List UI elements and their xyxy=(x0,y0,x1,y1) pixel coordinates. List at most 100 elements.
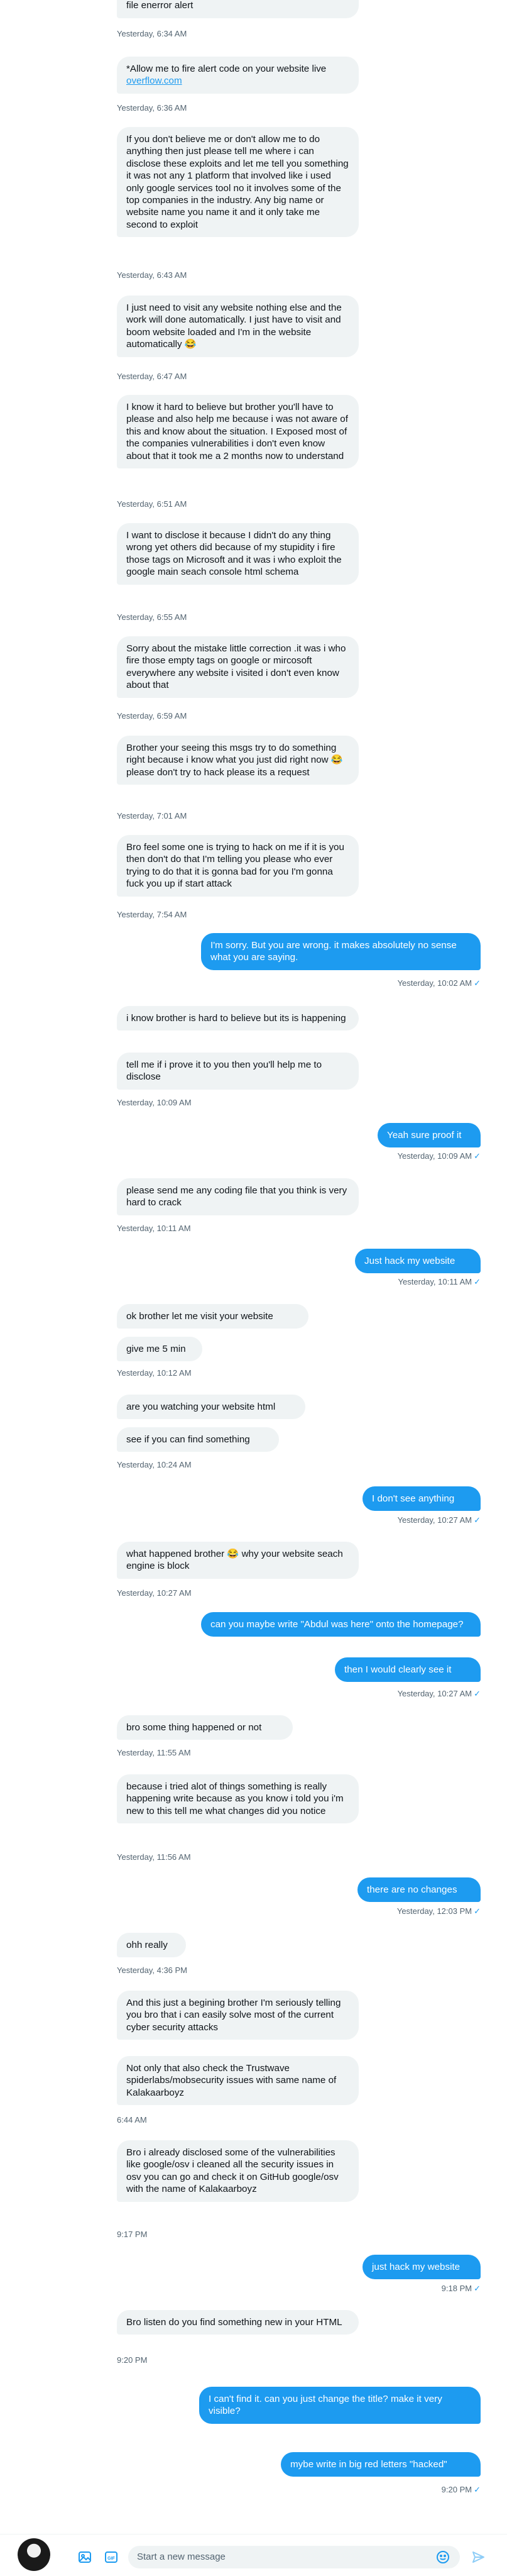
message-bubble-incoming[interactable]: i know brother is hard to believe but it… xyxy=(117,1006,359,1031)
message-timestamp: Yesterday, 10:11 AM xyxy=(117,1224,191,1233)
message-timestamp: Yesterday, 6:55 AM xyxy=(117,612,187,622)
message-bubble-outgoing[interactable]: Just hack my website xyxy=(355,1249,481,1274)
svg-text:GIF: GIF xyxy=(107,2557,115,2561)
message-bubble-incoming[interactable]: what happened brother 😂 why your website… xyxy=(117,1542,359,1579)
message-text: bro some thing happened or not xyxy=(126,1722,262,1733)
message-bubble-incoming[interactable]: tell me if i prove it to you then you'll… xyxy=(117,1053,359,1090)
message-text: Bro i already disclosed some of the vuln… xyxy=(126,2147,339,2195)
message-text: Not only that also check the Trustwave s… xyxy=(126,2063,337,2098)
message-timestamp: Yesterday, 10:27 AM xyxy=(117,1588,192,1598)
message-text: what happened brother 😂 why your website… xyxy=(126,1549,343,1572)
avatar[interactable] xyxy=(18,2538,50,2571)
message-bubble-outgoing[interactable]: I don't see anything xyxy=(363,1486,481,1512)
timestamp-text: Yesterday, 10:09 AM xyxy=(397,1151,472,1161)
message-text: *Allow me to fire alert code on your web… xyxy=(126,64,327,74)
message-text: because i tried alot of things something… xyxy=(126,1781,344,1816)
message-bubble-incoming[interactable]: Bro listen do you find something new in … xyxy=(117,2310,359,2335)
message-timestamp: 9:20 PM xyxy=(117,2355,148,2365)
message-timestamp: Yesterday, 10:12 AM xyxy=(117,1368,192,1378)
message-text: Yeah sure proof it xyxy=(387,1130,462,1141)
message-bubble-incoming[interactable]: bro some thing happened or not xyxy=(117,1715,293,1740)
message-text: brother let me visit your websites and a… xyxy=(126,0,194,11)
message-input[interactable]: Start a new message xyxy=(128,2546,460,2568)
message-composer: GIF Start a new message xyxy=(0,2534,507,2576)
message-bubble-incoming[interactable]: If you don't believe me or don't allow m… xyxy=(117,127,359,238)
message-timestamp: 6:44 AM xyxy=(117,2115,147,2125)
timestamp-text: Yesterday, 12:03 PM xyxy=(396,1906,472,1916)
timestamp-text: Yesterday, 10:27 AM xyxy=(397,1515,472,1525)
timestamp-text: 9:20 PM xyxy=(441,2485,472,2494)
message-timestamp: Yesterday, 10:27 AM ✓ xyxy=(398,1689,481,1699)
message-text: Bro feel some one is trying to hack on m… xyxy=(126,842,344,890)
message-link[interactable]: overflow.com xyxy=(126,75,182,86)
message-text: give me 5 min xyxy=(126,1344,186,1354)
message-bubble-outgoing[interactable]: just hack my website xyxy=(363,2255,481,2280)
message-text: I'm sorry. But you are wrong. it makes a… xyxy=(210,940,457,963)
message-bubble-incoming[interactable]: please send me any coding file that you … xyxy=(117,1178,359,1215)
message-text: I can't find it. can you just change the… xyxy=(209,2394,442,2417)
read-check-icon: ✓ xyxy=(474,2284,481,2293)
message-bubble-incoming[interactable]: ok brother let me visit your website xyxy=(117,1304,308,1329)
message-text: Sorry about the mistake little correctio… xyxy=(126,643,346,691)
message-bubble-incoming[interactable]: Not only that also check the Trustwave s… xyxy=(117,2056,359,2106)
message-text: please send me any coding file that you … xyxy=(126,1185,347,1208)
message-text: see if you can find something xyxy=(126,1434,250,1445)
message-bubble-incoming[interactable]: I know it hard to believe but brother yo… xyxy=(117,395,359,469)
emoji-icon[interactable] xyxy=(436,2550,450,2564)
message-text: are you watching your website html xyxy=(126,1401,276,1412)
read-check-icon: ✓ xyxy=(474,1515,481,1525)
message-text: I don't see anything xyxy=(372,1493,455,1504)
message-timestamp: 9:18 PM ✓ xyxy=(442,2284,481,2294)
message-timestamp: Yesterday, 11:55 AM xyxy=(117,1748,191,1757)
message-timestamp: Yesterday, 11:56 AM xyxy=(117,1852,191,1862)
message-text: mybe write in big red letters "hacked" xyxy=(290,2459,447,2470)
image-icon[interactable] xyxy=(78,2550,92,2564)
message-bubble-incoming[interactable]: Bro i already disclosed some of the vuln… xyxy=(117,2140,359,2202)
message-timestamp: Yesterday, 10:09 AM xyxy=(117,1098,192,1107)
message-text: If you don't believe me or don't allow m… xyxy=(126,134,349,230)
message-bubble-incoming[interactable]: I just need to visit any website nothing… xyxy=(117,296,359,357)
timestamp-text: Yesterday, 10:11 AM xyxy=(398,1277,472,1286)
message-timestamp: Yesterday, 10:02 AM ✓ xyxy=(398,978,481,988)
message-timestamp: Yesterday, 10:27 AM ✓ xyxy=(398,1515,481,1525)
message-text: I just need to visit any website nothing… xyxy=(126,302,342,350)
message-bubble-incoming[interactable]: Brother your seeing this msgs try to do … xyxy=(117,736,359,785)
message-bubble-incoming[interactable]: are you watching your website html xyxy=(117,1395,305,1420)
message-bubble-outgoing[interactable]: then I would clearly see it xyxy=(335,1657,481,1683)
message-bubble-outgoing[interactable]: there are no changes xyxy=(357,1877,481,1903)
message-bubble-outgoing[interactable]: I'm sorry. But you are wrong. it makes a… xyxy=(201,933,481,970)
read-check-icon: ✓ xyxy=(474,2485,481,2494)
message-text: there are no changes xyxy=(367,1884,457,1895)
message-bubble-incoming[interactable]: give me 5 min xyxy=(117,1337,202,1362)
timestamp-text: Yesterday, 10:27 AM xyxy=(397,1689,472,1698)
gif-icon[interactable]: GIF xyxy=(104,2550,118,2564)
message-text: ok brother let me visit your website xyxy=(126,1311,273,1322)
message-text: then I would clearly see it xyxy=(344,1664,452,1675)
message-bubble-outgoing[interactable]: can you maybe write "Abdul was here" ont… xyxy=(201,1612,481,1637)
message-bubble-incoming[interactable]: ohh really xyxy=(117,1933,186,1958)
message-bubble-incoming[interactable]: I want to disclose it because I didn't d… xyxy=(117,523,359,585)
message-timestamp: 9:20 PM ✓ xyxy=(442,2485,481,2495)
message-bubble-incoming[interactable]: because i tried alot of things something… xyxy=(117,1774,359,1824)
message-bubble-incoming[interactable]: see if you can find something xyxy=(117,1427,279,1452)
message-timestamp: Yesterday, 10:11 AM ✓ xyxy=(398,1277,481,1287)
message-text: Just hack my website xyxy=(364,1256,455,1266)
message-bubble-incoming[interactable]: And this just a begining brother I'm ser… xyxy=(117,1991,359,2040)
send-icon[interactable] xyxy=(471,2550,485,2564)
message-bubble-outgoing[interactable]: mybe write in big red letters "hacked" xyxy=(281,2452,481,2477)
read-check-icon: ✓ xyxy=(474,1151,481,1161)
message-timestamp: Yesterday, 6:51 AM xyxy=(117,499,187,509)
message-bubble-incoming[interactable]: *Allow me to fire alert code on your web… xyxy=(117,57,359,94)
message-bubble-incoming[interactable]: Sorry about the mistake little correctio… xyxy=(117,636,359,698)
message-timestamp: Yesterday, 6:36 AM xyxy=(117,103,187,113)
message-text: I want to disclose it because I didn't d… xyxy=(126,530,342,578)
message-bubble-outgoing[interactable]: Yeah sure proof it xyxy=(378,1123,481,1148)
timestamp-text: 9:18 PM xyxy=(441,2284,472,2293)
message-text: Bro listen do you find something new in … xyxy=(126,2317,342,2328)
message-bubble-outgoing[interactable]: I can't find it. can you just change the… xyxy=(199,2387,481,2424)
read-check-icon: ✓ xyxy=(474,1906,481,1916)
message-timestamp: Yesterday, 6:59 AM xyxy=(117,711,187,721)
message-timestamp: Yesterday, 4:36 PM xyxy=(117,1965,188,1975)
message-bubble-incoming[interactable]: Bro feel some one is trying to hack on m… xyxy=(117,835,359,897)
message-bubble-incoming[interactable]: brother let me visit your websites and a… xyxy=(117,0,359,18)
